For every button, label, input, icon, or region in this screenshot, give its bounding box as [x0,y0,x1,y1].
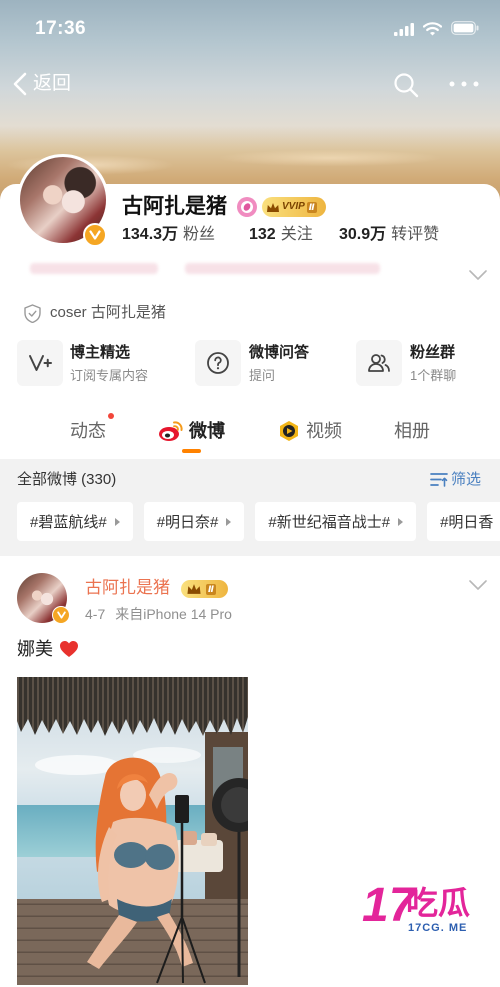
filter-label: 筛选 [451,471,482,488]
shield-icon [24,304,41,323]
question-icon [195,340,241,386]
stat-following[interactable]: 132 关注 [249,225,313,245]
stat-followers[interactable]: 134.3万 粉丝 [122,225,215,245]
chevron-right-icon [226,517,232,526]
stat-label: 转评赞 [391,226,440,243]
chevron-right-icon [398,517,404,526]
notification-dot [108,413,114,419]
post-meta: 4-7 来自iPhone 14 Pro [85,605,232,623]
stat-value: 132 [249,226,276,243]
chevron-right-icon [114,517,120,526]
signal-icon [394,23,415,36]
topic-chip[interactable]: #明日奈# [143,502,245,541]
topic-chip-label: #明日奈# [156,514,219,531]
vip-text: VVIP [282,201,305,212]
stat-interactions[interactable]: 30.9万 转评赞 [339,225,439,245]
stat-label: 粉丝 [183,226,216,243]
feature-title: 博主精选 [70,344,131,361]
topic-chip[interactable]: #碧蓝航线# [17,502,133,541]
watermark-text: 吃瓜 [406,885,471,921]
back-chevron-icon [12,72,28,96]
verification-text: coser 古阿扎是猪 [50,304,166,321]
battery-icon [451,21,479,35]
feature-title: 粉丝群 [410,344,456,361]
feed-header: 全部微博 (330) 筛选 #碧蓝航线# #明日奈# #新世纪福音战士# #明日… [0,459,500,556]
feed-title: 全部微博 (330) [17,471,117,488]
verified-badge-icon [52,606,70,624]
topic-chip[interactable]: #明日香 [427,502,500,541]
watermark-domain: 17CG. ME [408,922,468,934]
vip-level: Ⅱ [306,201,317,213]
post-date: 4-7 [85,606,106,622]
post-text-content: 娜美 [17,639,53,659]
topic-chip[interactable]: #新世纪福音战士# [255,502,417,541]
topic-chips: #碧蓝航线# #明日奈# #新世纪福音战士# #明日香 [17,502,500,541]
tab-album[interactable]: 相册 [394,419,430,443]
back-button[interactable]: 返回 [10,70,80,98]
blurred-tag-line [185,263,380,274]
stat-value: 30.9万 [339,226,387,243]
tab-feed[interactable]: 动态 [70,419,106,443]
post-menu-chevron-down-icon[interactable] [469,580,487,590]
video-icon [278,420,300,442]
wifi-icon [423,21,442,36]
watermark-logo: 17 吃瓜 17CG. ME [362,880,487,940]
post-source: 来自iPhone 14 Pro [115,606,232,622]
tab-weibo[interactable]: 微博 [189,419,225,443]
post-text: 娜美 [17,637,79,661]
active-tab-indicator [182,449,201,453]
red-heart-icon [59,640,79,658]
filter-icon [430,472,448,487]
feature-title: 微博问答 [249,344,310,361]
status-time: 17:36 [35,18,87,39]
tab-video[interactable]: 视频 [306,419,342,443]
back-label: 返回 [33,73,72,94]
group-icon [356,340,402,386]
stat-label: 关注 [280,226,313,243]
topic-chip-label: #明日香 [440,514,494,531]
photo-scene [17,677,248,985]
v-plus-icon [17,340,63,386]
topic-chip-label: #新世纪福音战士# [268,514,391,531]
post-photo[interactable] [17,677,248,985]
topic-chip-label: #碧蓝航线# [30,514,107,531]
vip-badge[interactable]: VVIP Ⅱ [262,197,326,217]
blurred-tag-line [30,263,158,274]
feature-subtitle: 提问 [249,368,276,383]
profile-name: 古阿扎是猪 [122,195,227,218]
stat-value: 134.3万 [122,226,179,243]
weibo-logo-icon [158,420,184,442]
crown-icon [266,202,280,213]
feature-subtitle: 订阅专属内容 [70,368,149,383]
more-icon[interactable] [449,81,479,87]
post-vip-badge[interactable]: Ⅱ [181,580,228,598]
search-icon[interactable] [393,72,419,98]
crown-icon [186,583,202,595]
pink-badge-icon [237,197,257,217]
verified-badge-icon [83,223,107,247]
feature-subtitle: 1个群聊 [410,368,457,383]
post-author-name[interactable]: 古阿扎是猪 [85,577,170,599]
expand-chevron-down-icon[interactable] [469,270,487,280]
vip-level: Ⅱ [206,583,216,595]
